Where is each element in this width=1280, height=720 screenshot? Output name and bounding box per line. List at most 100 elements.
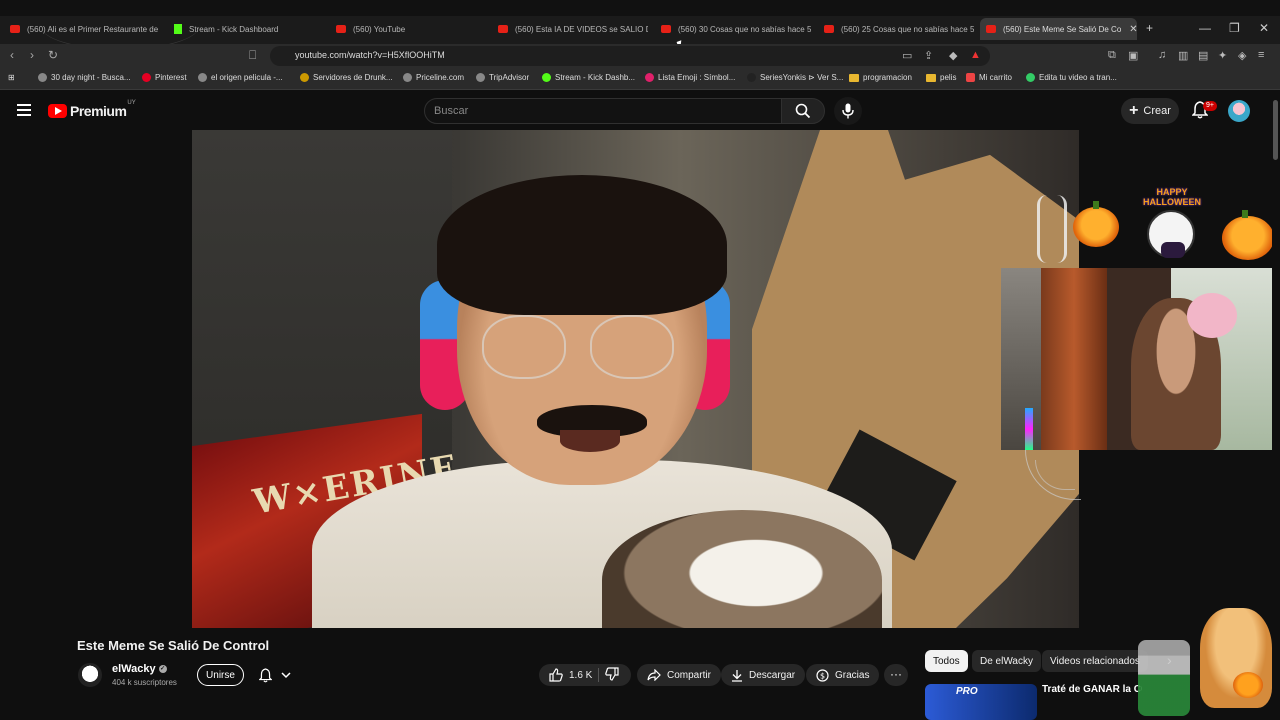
bookmark-item[interactable]: Stream - Kick Dashb... [542,73,635,82]
like-divider [598,668,600,682]
notification-badge: 9+ [1203,101,1217,111]
voice-search-button[interactable] [834,97,862,125]
jar-sticker [1138,640,1190,716]
pumpkin-sticker [1222,210,1274,260]
webcam-curtain [1041,268,1107,450]
kick-icon [542,73,551,82]
youtube-logo[interactable]: Premium UY [48,100,136,119]
verified-icon: ✓ [158,665,167,673]
svg-text:$: $ [820,671,825,680]
extensions-icon[interactable]: ⧉ [1108,49,1116,62]
tab-1[interactable]: (560) Ali es el Primer Restaurante de [10,18,160,40]
webcam-headset [1187,293,1237,338]
close-tab-icon[interactable]: ✕ [1129,24,1137,35]
webcam-overlay [1001,268,1278,450]
share-page-icon[interactable]: ⇪ [924,49,933,62]
download-button[interactable]: Descargar [721,664,806,686]
apps-icon[interactable]: ⊞ [8,73,15,82]
sidebar-icon[interactable]: ▥ [1178,49,1188,62]
search-button[interactable] [781,98,825,124]
vpn-icon[interactable]: ◈ [1238,49,1246,62]
minimize-icon[interactable]: — [1199,21,1211,35]
skeleton-sticker [1037,195,1067,263]
video-person-hair [437,175,727,315]
bookmark-item[interactable]: Servidores de Drunk... [300,73,393,82]
close-window-icon[interactable]: ✕ [1259,21,1269,35]
reload-icon[interactable]: ↻ [48,48,58,62]
tab-6[interactable]: (560) 25 Cosas que no sabías hace 5 [824,18,974,40]
bookmark-folder[interactable]: pelis [926,73,956,82]
tab-active[interactable]: (560) Este Meme Se Salió De Co ✕ [980,18,1137,40]
tripadvisor-icon [476,73,485,82]
bookmark-item[interactable]: SeriesYonkis ⊳ Ver S... [747,73,843,82]
pinterest-icon [142,73,151,82]
bookmark-item[interactable]: Pinterest [142,73,187,82]
forward-icon[interactable]: › [30,48,34,62]
youtube-favicon-icon [10,25,20,33]
thumbnail-text: PRO [956,686,978,697]
tab-label: (560) 30 Cosas que no sabías hace 5 [678,24,811,34]
url-text[interactable]: youtube.com/watch?v=H5XflOOHiTM [295,50,445,60]
bookmark-icon[interactable]: ⎕ [249,48,256,63]
like-button[interactable]: 1.6 K [549,668,592,682]
bookmark-item[interactable]: Edita tu video a tran... [1026,73,1117,82]
chip-from-channel[interactable]: De elWacky [972,650,1041,672]
back-icon[interactable]: ‹ [10,48,14,62]
guide-menu-icon[interactable] [17,104,31,116]
bookmark-item[interactable]: Mi carrito [966,73,1012,82]
bookmark-item[interactable]: el origen pelicula -... [198,73,283,82]
dislike-button[interactable] [605,666,619,684]
join-button[interactable]: Unirse [197,664,244,686]
account-avatar[interactable] [1228,100,1250,122]
tab-3[interactable]: (560) YouTube [336,18,486,40]
wallet-icon[interactable]: ▤ [1198,49,1208,62]
pumpkin-sticker [1233,672,1263,698]
tab-2[interactable]: Stream - Kick Dashboard [174,18,324,40]
rewards-icon[interactable]: ▲ [970,49,981,61]
emoji-icon [645,73,654,82]
bookmark-folder[interactable]: programacion [849,73,912,82]
maximize-icon[interactable]: ❐ [1229,21,1240,35]
media-icon[interactable]: ♫ [1158,49,1166,61]
share-icon [647,669,661,681]
bookmark-item[interactable]: Priceline.com [403,73,464,82]
channel-avatar[interactable] [78,663,102,687]
subscriber-count: 404 k suscriptores [112,678,177,687]
related-video-thumbnail[interactable] [925,684,1037,720]
priceline-icon [403,73,412,82]
channel-name-link[interactable]: elWacky ✓ [112,663,167,675]
leo-icon[interactable]: ✦ [1218,49,1227,62]
notification-settings-button[interactable] [253,664,297,686]
tab-5[interactable]: (560) 30 Cosas que no sabías hace 5 [661,18,811,40]
create-button[interactable]: + Crear [1121,98,1179,124]
scrollbar-thumb[interactable] [1273,100,1278,160]
screenshot-icon[interactable]: ▣ [1128,49,1138,62]
cast-icon[interactable]: ▭ [902,49,912,62]
channel-name: elWacky [112,663,156,675]
kick-favicon-icon [174,24,182,34]
page-scrollbar[interactable] [1272,91,1280,720]
menu-icon[interactable]: ≡ [1258,49,1264,61]
youtube-favicon-icon [824,25,834,33]
thanks-button[interactable]: $ Gracias [806,664,880,686]
bookmark-item[interactable]: Lista Emoji : Símbol... [645,73,735,82]
brave-shield-icon[interactable]: ◆ [949,49,957,62]
more-actions-button[interactable]: ··· [884,664,908,686]
share-button[interactable]: Compartir [637,664,721,686]
seriesyonkis-icon [747,73,756,82]
folder-icon [926,73,936,82]
search-input[interactable] [424,98,782,124]
tab-4[interactable]: (560) Esta IA DE VIDEOS se SALIO DE [498,18,648,40]
bookmark-item[interactable]: TripAdvisor [476,73,529,82]
video-person-mouth [560,430,620,452]
bookmark-item[interactable]: 30 day night - Busca... [38,73,131,82]
folder-icon [849,73,859,82]
chip-related[interactable]: Videos relacionados [1042,650,1148,672]
new-tab-icon[interactable]: + [1146,21,1153,35]
related-video-title[interactable]: Traté de GANAR la CO... MERLINA con un P… [1042,684,1142,696]
chip-all[interactable]: Todos [925,650,968,672]
youtube-play-icon [48,104,67,118]
video-player[interactable]: W×ERINE [192,130,1079,628]
youtube-favicon-icon [336,25,346,33]
video-person-glasses [482,315,682,385]
